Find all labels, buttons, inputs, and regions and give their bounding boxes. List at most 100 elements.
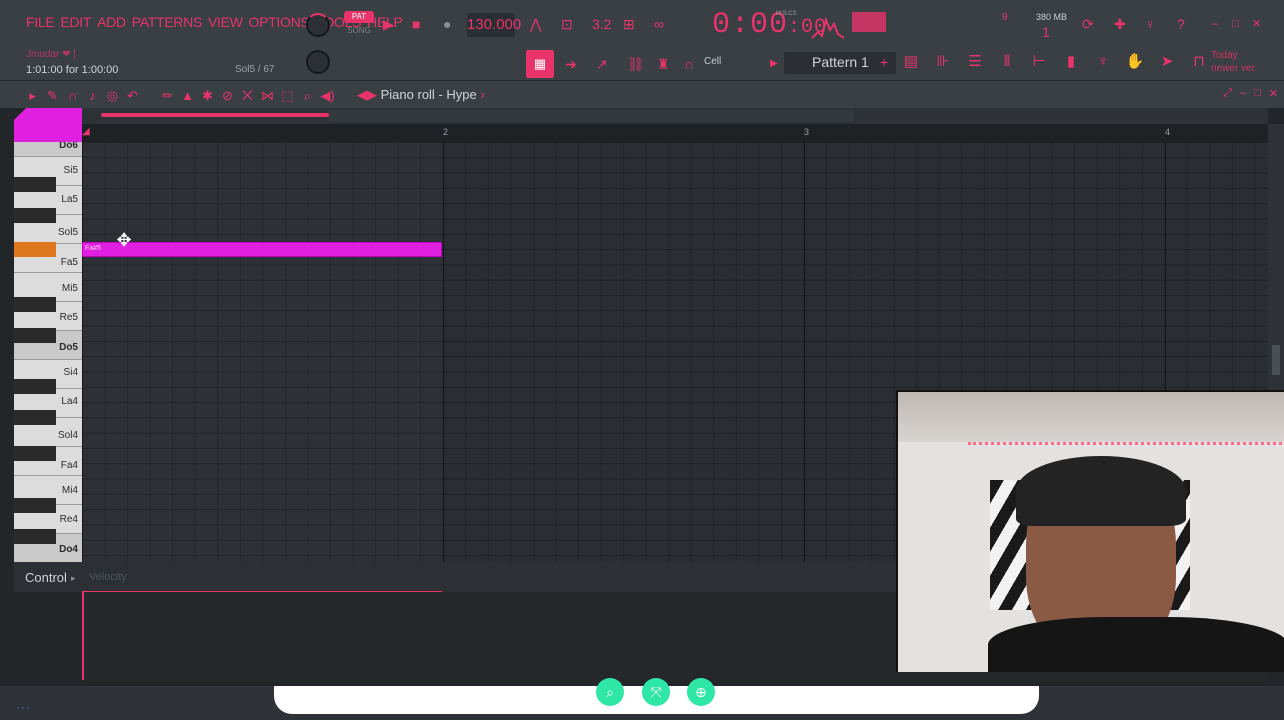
stamp-icon[interactable]: ♜	[657, 54, 670, 74]
piano-roll-tools: ▸ ✎ ∩ ♪ ◎ ↶ ✏ ▲ ✱ ⊘ ⨉ ⋈ ⬚ ⌕ ◀)	[24, 87, 336, 104]
song-mode[interactable]: SONG	[344, 25, 374, 37]
bar-ruler[interactable]: 2 3 4 ◢	[82, 124, 1268, 142]
slice-icon[interactable]: ⋈	[259, 87, 276, 104]
cart-icon[interactable]: ⊓	[1188, 52, 1210, 72]
select-icon[interactable]: ⬚	[279, 87, 296, 104]
pat-mode[interactable]: PAT	[344, 11, 374, 23]
plug-icon[interactable]: ♆	[1092, 52, 1114, 72]
piano-keyboard[interactable]: Do6 Si5 La5 Sol5 Fa5 Mi5 Re5 Do5 Si4 La4…	[14, 142, 82, 562]
snap-cell[interactable]: Cell	[704, 56, 721, 67]
pr-close-icon[interactable]: ✕	[1269, 87, 1278, 100]
tempo-display[interactable]: 130.000	[467, 13, 521, 37]
menu-options[interactable]: OPTIONS	[249, 14, 310, 30]
metronome-icon[interactable]: ⋀	[530, 14, 541, 34]
target-icon[interactable]: ◎	[104, 87, 121, 104]
menu-arrow-icon[interactable]: ▸	[24, 87, 41, 104]
black-key[interactable]	[14, 446, 56, 461]
black-key[interactable]	[14, 328, 56, 343]
black-key[interactable]	[14, 498, 56, 513]
menu-view[interactable]: VIEW	[208, 14, 243, 30]
delete-icon[interactable]: ⊘	[219, 87, 236, 104]
record-icon[interactable]: ●	[443, 14, 451, 34]
piano-roll-title[interactable]: ◀▶ Piano roll - Hype ›	[357, 87, 485, 103]
pencil-icon[interactable]: ✏	[159, 87, 176, 104]
link-icon[interactable]: ⛓	[627, 54, 645, 74]
pr-maximize-icon[interactable]: □	[1254, 87, 1261, 100]
piano-roll-button[interactable]: ▦	[526, 50, 554, 78]
magnet-icon[interactable]: ∩	[684, 54, 694, 74]
menu-edit[interactable]: EDIT	[60, 14, 91, 30]
countdown-icon[interactable]: 3.2	[592, 14, 611, 34]
note-label: Fa#5	[85, 245, 101, 252]
loop-record-icon[interactable]: ∞	[654, 14, 664, 34]
control-label[interactable]: Control	[25, 570, 67, 585]
menu-add[interactable]: ADD	[97, 14, 126, 30]
pattern-arrow-icon[interactable]: ▶	[770, 54, 778, 74]
refresh-icon[interactable]: ⟳	[1082, 14, 1094, 34]
black-key[interactable]	[14, 410, 56, 425]
arrow-right-icon[interactable]: ➔	[565, 54, 577, 74]
zoom-in-icon[interactable]: ⊕	[687, 678, 715, 706]
taskbar-dots-icon[interactable]: ···	[16, 700, 31, 714]
mini-preview[interactable]	[14, 108, 82, 142]
control-arrow-icon[interactable]: ▸	[71, 573, 76, 584]
menu-patterns[interactable]: PATTERNS	[132, 14, 203, 30]
hand-icon[interactable]: ✋	[1124, 52, 1146, 72]
paint-icon[interactable]: ✱	[199, 87, 216, 104]
plugin-icon[interactable]: ✚	[1114, 14, 1126, 34]
send-icon[interactable]: ➤	[1156, 52, 1178, 72]
black-key[interactable]	[14, 379, 56, 394]
playlist-icon[interactable]: ▤	[900, 52, 922, 72]
black-key[interactable]	[14, 208, 56, 223]
help-icon[interactable]: ?	[1177, 14, 1185, 34]
black-key[interactable]	[14, 177, 56, 192]
wait-icon[interactable]: ⊡	[561, 14, 573, 34]
master-volume-knob[interactable]	[306, 13, 330, 37]
pat-song-toggle[interactable]: PAT SONG	[344, 11, 374, 37]
bar-marker: 2	[443, 127, 449, 137]
undo-icon[interactable]: ↶	[124, 87, 141, 104]
velocity-stem[interactable]	[82, 592, 84, 680]
microphone-icon[interactable]: ♀	[1145, 14, 1156, 34]
step-edit-icon[interactable]: ⊞	[623, 14, 635, 34]
magnet-snap-icon[interactable]: ∩	[64, 87, 81, 104]
search-icon[interactable]: ⌕	[596, 678, 624, 706]
minimize-icon[interactable]: –	[1212, 14, 1218, 34]
zoom-icon[interactable]: ⌕	[299, 87, 316, 104]
mute-icon[interactable]: ⨉	[239, 87, 256, 104]
wrench-icon[interactable]: ✎	[44, 87, 61, 104]
brush-icon[interactable]: ▲	[179, 87, 196, 104]
pr-minimize-icon[interactable]: –	[1240, 87, 1246, 100]
key-label: Do6	[59, 142, 78, 151]
sliders-icon[interactable]: ⫴	[996, 52, 1018, 72]
control-target[interactable]: Velocity	[89, 571, 127, 583]
tree-icon[interactable]: ⊢	[1028, 52, 1050, 72]
note-icon[interactable]: ♪	[84, 87, 101, 104]
pattern-selector[interactable]: Pattern 1 +	[784, 52, 896, 74]
zoom-fit-icon[interactable]: ⤧	[642, 678, 670, 706]
close-icon[interactable]: ✕	[1252, 14, 1261, 34]
detach-icon[interactable]: ⤢	[1223, 87, 1232, 100]
black-key[interactable]	[14, 529, 56, 544]
playhead-marker[interactable]: ◢	[82, 126, 90, 137]
add-pattern-icon[interactable]: +	[880, 54, 888, 70]
mixer-icon[interactable]: ☰	[964, 52, 986, 72]
menu-file[interactable]: FILE	[26, 14, 55, 30]
maximize-icon[interactable]: □	[1232, 14, 1239, 34]
master-pitch-knob[interactable]	[306, 50, 330, 74]
update-notice[interactable]: Today newer ver.	[1211, 49, 1257, 75]
horizontal-scroll-track[interactable]	[329, 110, 854, 122]
vertical-scroll-thumb[interactable]	[1272, 345, 1280, 375]
midi-note[interactable]: Fa#5	[82, 242, 442, 257]
title-chevron-icon: ›	[480, 87, 485, 102]
stop-icon[interactable]: ■	[412, 14, 420, 34]
black-key-highlighted[interactable]	[14, 242, 56, 257]
horizontal-scroll-thumb[interactable]	[101, 113, 329, 117]
channel-rack-icon[interactable]: ⊪	[932, 52, 954, 72]
speaker-icon[interactable]: ◀)	[319, 87, 336, 104]
move-cursor-icon: ✥	[116, 230, 132, 250]
file-icon[interactable]: ▮	[1060, 52, 1082, 72]
black-key[interactable]	[14, 297, 56, 312]
draw-icon[interactable]: ↗	[596, 54, 608, 74]
play-icon[interactable]: ▶	[383, 14, 394, 34]
